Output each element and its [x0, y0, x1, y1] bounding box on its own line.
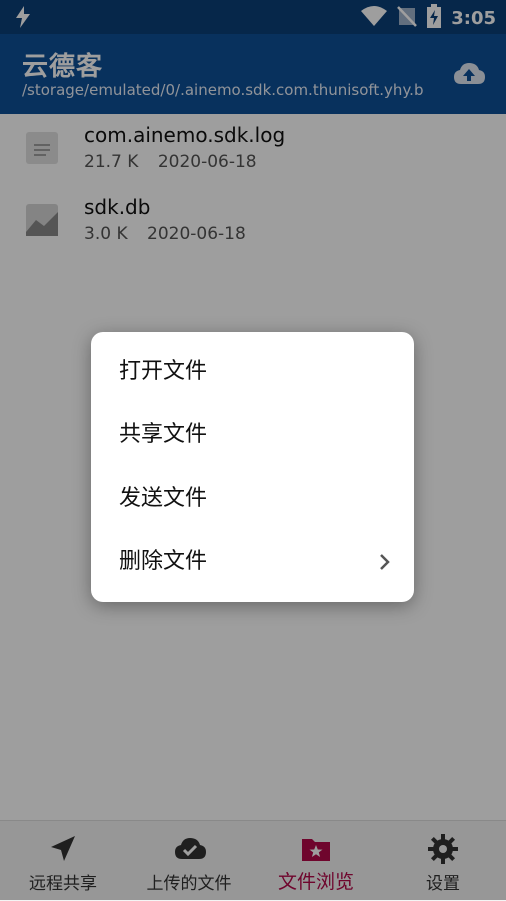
chevron-right-icon [378, 552, 392, 572]
open-file-item[interactable]: 打开文件 [119, 352, 207, 392]
file-actions-dialog: 打开文件 共享文件 发送文件 删除文件 [91, 332, 414, 602]
send-file-item[interactable]: 发送文件 [119, 479, 207, 519]
delete-file-item[interactable]: 删除文件 [119, 542, 207, 582]
share-file-item[interactable]: 共享文件 [119, 415, 207, 455]
